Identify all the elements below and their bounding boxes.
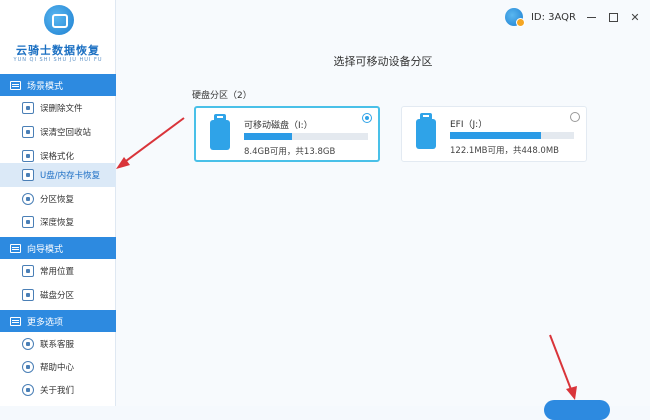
sidebar-item-label: 联系客服: [40, 340, 75, 350]
sidebar-item-recycle-bin[interactable]: 误清空回收站: [0, 120, 116, 144]
section-wizard-mode: 向导模式: [0, 237, 116, 259]
drive-size: 8.4GB可用，共13.8GB: [244, 147, 336, 157]
sidebar-item-partition-recovery[interactable]: 分区恢复: [0, 187, 116, 211]
deep-scan-icon: [22, 216, 34, 228]
sidebar-item-label: 分区恢复: [40, 195, 75, 205]
drive-usage-fill: [450, 132, 541, 139]
drive-usage-fill: [244, 133, 293, 140]
maximize-icon: [608, 12, 618, 22]
recycle-bin-icon: [22, 126, 34, 138]
drive-radio[interactable]: [570, 112, 580, 122]
sidebar-item-label: 关于我们: [40, 386, 75, 396]
sidebar-item-label: 深度恢复: [40, 218, 75, 228]
maximize-button[interactable]: [606, 10, 620, 24]
sidebar-item-deep-recovery[interactable]: 深度恢复: [0, 210, 116, 234]
partition-icon: [22, 193, 34, 205]
main-panel: ID: 3AQR ✕ 选择可移动设备分区 硬盘分区（2） 可移动磁盘（I:） 8…: [116, 0, 650, 420]
sidebar-item-help-center[interactable]: 帮助中心: [0, 355, 116, 379]
sidebar-item-label: U盘/内存卡恢复: [40, 171, 101, 181]
sidebar-item-label: 误格式化: [40, 152, 75, 162]
drive-usage-bar: [244, 133, 368, 140]
section-scene-mode: 场景模式: [0, 74, 116, 96]
scene-mode-icon: [10, 80, 21, 90]
sidebar-item-label: 误清空回收站: [40, 128, 92, 138]
help-icon: [22, 361, 34, 373]
sidebar-item-label: 磁盘分区: [40, 291, 75, 301]
drive-name: 可移动磁盘（I:）: [244, 121, 313, 131]
app-window: 云骑士数据恢复 YUN QI SHI SHU JU HUI FU 场景模式 误删…: [0, 0, 650, 420]
disk-group-label: 硬盘分区（2）: [192, 91, 252, 101]
sidebar-item-label: 误删除文件: [40, 104, 83, 114]
sidebar-item-about-us[interactable]: 关于我们: [0, 378, 116, 402]
section-label: 向导模式: [27, 244, 64, 255]
next-button[interactable]: [544, 400, 610, 420]
section-label: 场景模式: [27, 81, 64, 92]
wizard-mode-icon: [10, 243, 21, 253]
usb-drive-icon: [416, 113, 436, 149]
page-title: 选择可移动设备分区: [333, 55, 433, 68]
section-more-options: 更多选项: [0, 310, 116, 332]
minimize-icon: [586, 16, 596, 18]
drive-usage-bar: [450, 132, 574, 139]
section-label: 更多选项: [27, 317, 64, 328]
drive-radio[interactable]: [362, 113, 372, 123]
sidebar-item-usb-recovery[interactable]: U盘/内存卡恢复: [0, 163, 116, 187]
sidebar-item-common-locations[interactable]: 常用位置: [0, 259, 116, 283]
close-icon: ✕: [630, 10, 640, 24]
minimize-button[interactable]: [584, 10, 598, 24]
sidebar-item-deleted-files[interactable]: 误删除文件: [0, 96, 116, 120]
title-bar-controls: ID: 3AQR ✕: [504, 6, 642, 28]
drive-name: EFI（J:）: [450, 120, 488, 130]
more-options-icon: [10, 316, 21, 326]
user-avatar-icon[interactable]: [504, 8, 525, 27]
drive-card-removable[interactable]: 可移动磁盘（I:） 8.4GB可用，共13.8GB: [194, 106, 380, 162]
drive-size: 122.1MB可用，共448.0MB: [450, 146, 559, 156]
trash-icon: [22, 102, 34, 114]
location-icon: [22, 265, 34, 277]
info-icon: [22, 384, 34, 396]
usb-drive-icon: [210, 114, 230, 150]
drive-card-efi[interactable]: EFI（J:） 122.1MB可用，共448.0MB: [401, 106, 587, 162]
logo-subtitle: YUN QI SHI SHU JU HUI FU: [13, 57, 103, 63]
sidebar-item-label: 帮助中心: [40, 363, 75, 373]
close-button[interactable]: ✕: [628, 10, 642, 24]
sidebar-item-contact-support[interactable]: 联系客服: [0, 332, 116, 356]
sidebar-item-disk-partition[interactable]: 磁盘分区: [0, 283, 116, 307]
headset-icon: [22, 338, 34, 350]
logo-icon: [44, 5, 74, 35]
format-icon: [22, 150, 34, 162]
sidebar-item-label: 常用位置: [40, 267, 75, 277]
usb-card-icon: [22, 169, 34, 181]
disk-partition-icon: [22, 289, 34, 301]
sidebar: 云骑士数据恢复 YUN QI SHI SHU JU HUI FU 场景模式 误删…: [0, 0, 116, 406]
user-id: ID: 3AQR: [530, 11, 576, 23]
logo-title: 云骑士数据恢复: [16, 44, 100, 57]
logo: 云骑士数据恢复 YUN QI SHI SHU JU HUI FU: [0, 0, 116, 72]
